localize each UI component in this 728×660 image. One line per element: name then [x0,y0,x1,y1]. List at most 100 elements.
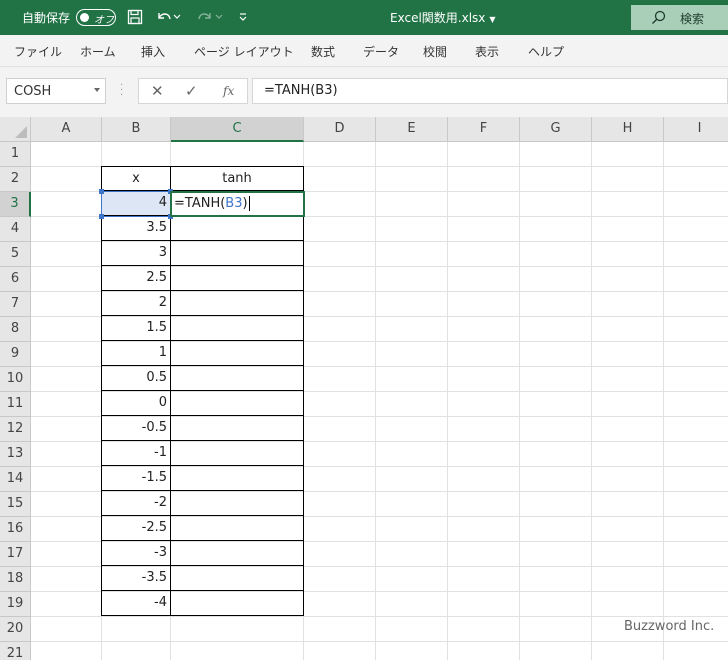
table-cell[interactable]: -4 [101,591,171,616]
tab-formulas[interactable]: 数式 [311,43,335,60]
table-cell[interactable] [170,491,304,516]
chevron-down-icon: ▼ [489,15,496,24]
column-header-b[interactable]: B [102,117,171,142]
table-cell[interactable]: 3 [101,241,171,266]
redo-icon[interactable] [196,8,214,26]
tab-insert[interactable]: 挿入 [141,43,165,60]
table-cell[interactable]: 3.5 [101,216,171,241]
enter-icon[interactable]: ✓ [185,82,198,100]
header-cell-tanh[interactable]: tanh [170,166,304,191]
table-cell[interactable]: 2.5 [101,266,171,291]
row-header[interactable]: 19 [0,592,31,617]
autosave-toggle[interactable]: オフ [76,9,116,26]
search-box[interactable]: 検索 [631,5,728,30]
table-cell[interactable]: -0.5 [101,416,171,441]
row-header[interactable]: 16 [0,517,31,542]
more-options-icon[interactable]: · · · [120,81,123,101]
table-cell[interactable] [170,466,304,491]
window-title[interactable]: Excel関数用.xlsx ▼ [390,9,496,26]
insert-function-icon[interactable]: fx [223,84,234,98]
column-header-h[interactable]: H [592,117,664,142]
formula-input[interactable]: =TANH(B3) [252,78,728,104]
redo-dropdown-icon[interactable] [214,8,224,26]
table-cell[interactable] [170,216,304,241]
tab-help[interactable]: ヘルプ [528,43,564,60]
active-cell-editor[interactable]: =TANH(B3) [170,191,305,217]
tab-view[interactable]: 表示 [475,43,499,60]
autosave-label: 自動保存 [22,11,71,25]
tab-review[interactable]: 校閲 [423,43,447,60]
table-cell[interactable]: -3 [101,541,171,566]
row-header[interactable]: 15 [0,492,31,517]
table-cell[interactable]: -3.5 [101,566,171,591]
table-cell[interactable]: 0 [101,391,171,416]
tab-file[interactable]: ファイル [14,43,62,60]
text-cursor [248,196,250,211]
column-header-f[interactable]: F [448,117,520,142]
table-cell[interactable] [170,241,304,266]
table-cell[interactable]: 2 [101,291,171,316]
table-cell[interactable] [170,441,304,466]
table-cell[interactable] [170,341,304,366]
column-header-a[interactable]: A [31,117,102,142]
gridline [447,142,448,660]
table-cell[interactable] [170,366,304,391]
customize-toolbar-icon[interactable] [234,8,252,26]
table-cell[interactable]: -1 [101,441,171,466]
row-header[interactable]: 7 [0,292,31,317]
table-cell[interactable] [170,291,304,316]
table-cell[interactable]: -2 [101,491,171,516]
watermark: Buzzword Inc. [624,619,715,634]
select-all-button[interactable] [0,117,31,142]
row-header[interactable]: 5 [0,242,31,267]
tab-page-layout[interactable]: ページ レイアウト [194,43,294,60]
edit-prefix: =TANH( [174,196,226,211]
table-cell[interactable] [170,591,304,616]
table-cell[interactable] [170,566,304,591]
table-cell[interactable] [170,516,304,541]
table-cell[interactable]: -1.5 [101,466,171,491]
row-header[interactable]: 14 [0,467,31,492]
column-header-d[interactable]: D [304,117,376,142]
row-header[interactable]: 1 [0,142,31,167]
tab-home[interactable]: ホーム [80,43,116,60]
table-cell[interactable]: 1 [101,341,171,366]
column-header-i[interactable]: I [664,117,728,142]
row-header[interactable]: 10 [0,367,31,392]
header-cell-x[interactable]: x [101,166,171,191]
undo-icon[interactable] [155,8,173,26]
row-header[interactable]: 3 [0,192,31,217]
table-cell[interactable] [170,416,304,441]
table-cell[interactable] [170,316,304,341]
row-header[interactable]: 8 [0,317,31,342]
table-cell[interactable]: 1.5 [101,316,171,341]
column-header-e[interactable]: E [376,117,448,142]
row-header[interactable]: 11 [0,392,31,417]
reference-handle[interactable] [99,189,104,194]
undo-dropdown-icon[interactable] [172,8,182,26]
column-header-c[interactable]: C [171,117,304,142]
column-header-g[interactable]: G [520,117,592,142]
reference-handle[interactable] [99,214,104,219]
save-icon[interactable] [126,8,144,26]
table-cell[interactable] [170,391,304,416]
row-header[interactable]: 12 [0,417,31,442]
cancel-icon[interactable]: ✕ [151,82,164,100]
row-header[interactable]: 13 [0,442,31,467]
name-box[interactable]: COSH [6,78,106,104]
row-header[interactable]: 18 [0,567,31,592]
row-header[interactable]: 2 [0,167,31,192]
chevron-down-icon[interactable] [94,88,100,92]
table-cell[interactable]: 0.5 [101,366,171,391]
table-cell[interactable] [170,541,304,566]
row-header[interactable]: 4 [0,217,31,242]
row-header[interactable]: 20 [0,617,31,642]
row-header[interactable]: 17 [0,542,31,567]
table-cell[interactable]: -2.5 [101,516,171,541]
tab-data[interactable]: データ [363,43,399,60]
row-header[interactable]: 6 [0,267,31,292]
edit-suffix: ) [242,196,248,211]
table-cell[interactable] [170,266,304,291]
row-header[interactable]: 21 [0,642,31,660]
row-header[interactable]: 9 [0,342,31,367]
